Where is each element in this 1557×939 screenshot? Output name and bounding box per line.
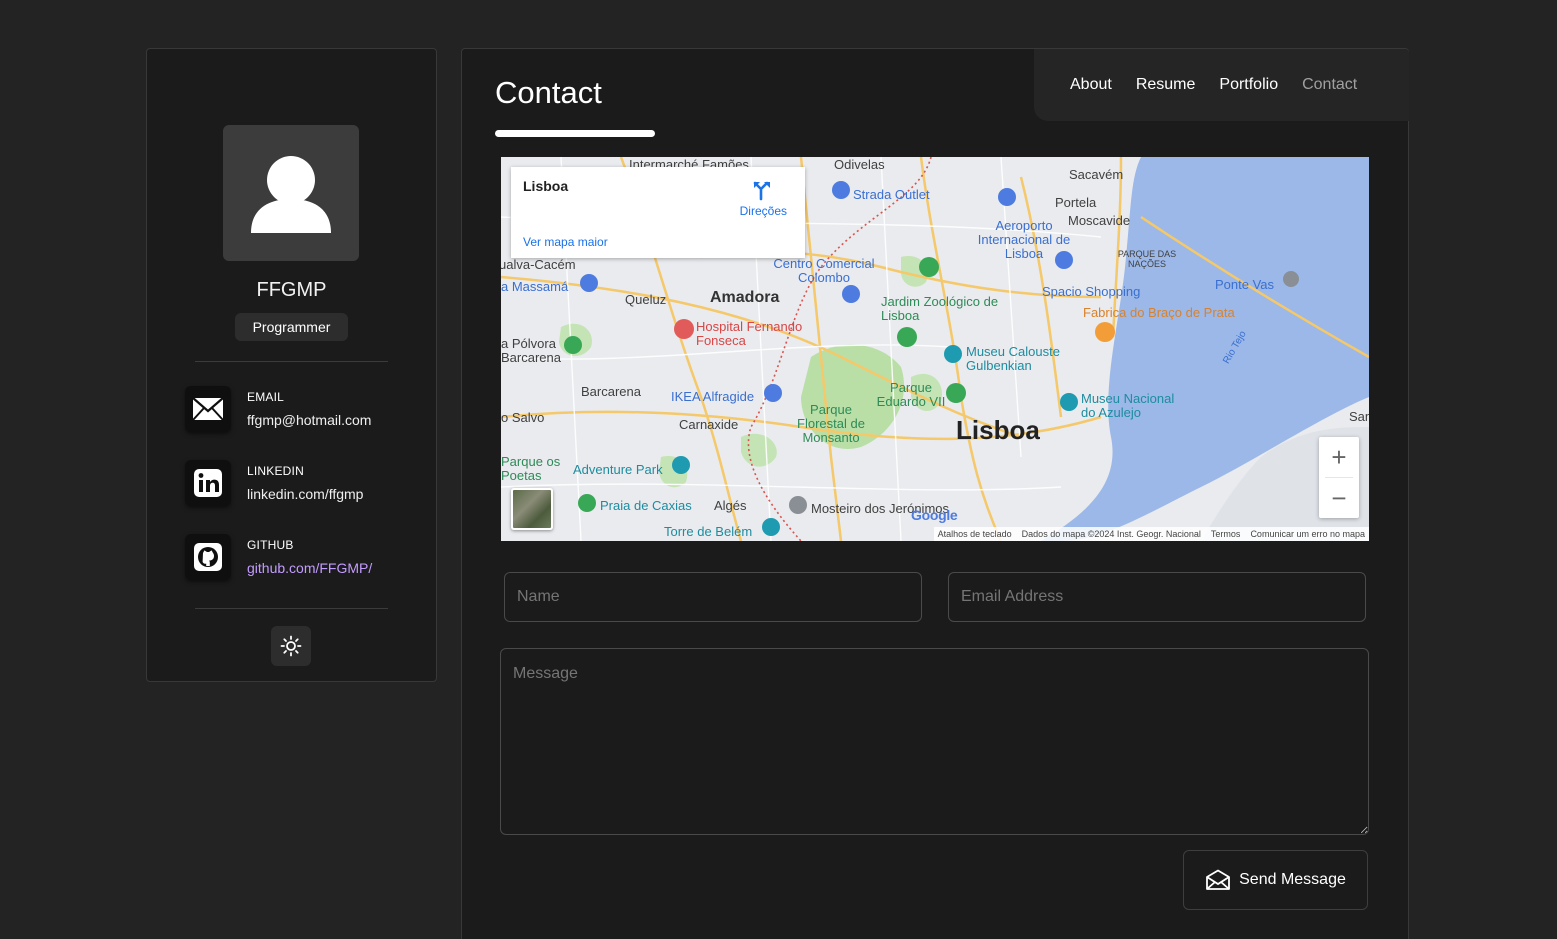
map-label: Odivelas bbox=[834, 157, 885, 172]
directions-link[interactable]: Direções bbox=[740, 204, 787, 218]
title-underline bbox=[495, 130, 655, 137]
map-label: Barcarena bbox=[581, 384, 641, 399]
divider bbox=[195, 361, 388, 362]
top-nav: About Resume Portfolio Contact bbox=[1034, 49, 1409, 121]
map-label: Queluz bbox=[625, 292, 667, 307]
map-label: Jardim Zoológico de Lisboa bbox=[881, 294, 999, 323]
contact-email: EMAIL ffgmp@hotmail.com bbox=[185, 386, 425, 434]
contact-label: EMAIL bbox=[247, 390, 285, 404]
divider bbox=[195, 608, 388, 609]
satellite-toggle[interactable] bbox=[511, 488, 553, 530]
map-label: Parque Florestal de Monsanto bbox=[797, 402, 865, 445]
nav-portfolio[interactable]: Portfolio bbox=[1219, 76, 1278, 94]
map-place-title: Lisboa bbox=[523, 178, 569, 194]
profile-name: FFGMP bbox=[256, 279, 327, 301]
message-textarea[interactable] bbox=[500, 648, 1369, 835]
sun-icon bbox=[280, 635, 302, 657]
map-label: a Pólvora Barcarena bbox=[501, 336, 561, 365]
map-data-text: Dados do mapa ©2024 Inst. Geogr. Naciona… bbox=[1021, 529, 1201, 539]
user-icon bbox=[251, 156, 331, 233]
github-icon bbox=[185, 534, 231, 580]
email-link[interactable]: ffgmp@hotmail.com bbox=[247, 412, 371, 428]
map-label: Amadora bbox=[710, 289, 780, 306]
map-label: Centro Comercial Colombo bbox=[773, 256, 875, 285]
map-label: Museu Nacional do Azulejo bbox=[1081, 391, 1175, 420]
map-label: Carnaxide bbox=[679, 417, 739, 432]
google-logo: Google bbox=[911, 507, 958, 523]
map-label: ualva-Cacém bbox=[501, 257, 576, 272]
nav-contact[interactable]: Contact bbox=[1302, 76, 1357, 94]
nav-about[interactable]: About bbox=[1070, 76, 1112, 94]
map-label: Hospital Fernando Fonseca bbox=[696, 319, 803, 348]
contact-linkedin: LINKEDIN linkedin.com/ffgmp bbox=[185, 460, 425, 508]
map-label: Museu Calouste Gulbenkian bbox=[966, 344, 1060, 373]
map-label: Praia de Caxias bbox=[600, 498, 692, 513]
view-larger-map-link[interactable]: Ver mapa maior bbox=[523, 235, 608, 249]
envelope-icon bbox=[1206, 869, 1231, 890]
map-attribution: Atalhos de teclado Dados do mapa ©2024 I… bbox=[933, 527, 1369, 541]
map-label: Algés bbox=[714, 498, 747, 513]
keyboard-shortcuts-link[interactable]: Atalhos de teclado bbox=[938, 529, 1012, 539]
contact-panel: Contact About Resume Portfolio Contact I… bbox=[461, 48, 1409, 939]
terms-link[interactable]: Termos bbox=[1211, 529, 1241, 539]
map-label: IKEA Alfragide bbox=[671, 389, 755, 404]
map-label: Sam bbox=[1349, 409, 1369, 424]
map-label: Ponte Vas bbox=[1215, 277, 1275, 292]
linkedin-link[interactable]: linkedin.com/ffgmp bbox=[247, 486, 363, 502]
map-label: Portela bbox=[1055, 195, 1097, 210]
map-label: Adventure Park bbox=[573, 462, 663, 477]
zoom-out-button[interactable]: − bbox=[1319, 478, 1359, 518]
map-label: Strada Outlet bbox=[853, 187, 930, 202]
contact-github: GITHUB github.com/FFGMP/ bbox=[185, 534, 425, 582]
map-label: o Salvo bbox=[501, 410, 545, 425]
embedded-map[interactable]: Intermarché Famões Odivelas Sacavém Port… bbox=[501, 157, 1369, 541]
nav-resume[interactable]: Resume bbox=[1136, 76, 1196, 94]
mail-icon bbox=[185, 386, 231, 432]
profile-role-badge: Programmer bbox=[235, 313, 348, 341]
send-message-label: Send Message bbox=[1239, 871, 1346, 888]
map-zoom-control: + − bbox=[1319, 437, 1359, 518]
map-label: a Massamá bbox=[501, 279, 569, 294]
contact-label: LINKEDIN bbox=[247, 464, 304, 478]
linkedin-icon bbox=[185, 460, 231, 506]
avatar bbox=[223, 125, 359, 261]
name-input[interactable] bbox=[504, 572, 922, 622]
map-label: Spacio Shopping bbox=[1042, 284, 1141, 299]
map-label: Parque os Poetas bbox=[501, 454, 561, 483]
map-label: Parque Eduardo VII bbox=[876, 380, 946, 409]
map-label: Aeroporto Internacional de Lisboa bbox=[977, 218, 1071, 261]
zoom-in-button[interactable]: + bbox=[1319, 437, 1359, 477]
directions-icon[interactable] bbox=[751, 179, 773, 201]
send-message-button[interactable]: Send Message bbox=[1183, 850, 1368, 910]
map-label: Lisboa bbox=[956, 415, 1040, 445]
map-info-card: Lisboa Direções Ver mapa maior bbox=[511, 167, 805, 258]
report-error-link[interactable]: Comunicar um erro no mapa bbox=[1250, 529, 1365, 539]
theme-toggle-button[interactable] bbox=[271, 626, 311, 666]
email-input[interactable] bbox=[948, 572, 1366, 622]
github-link[interactable]: github.com/FFGMP/ bbox=[247, 560, 372, 576]
map-label: Fabrica do Braço de Prata bbox=[1083, 305, 1235, 320]
page-title: Contact bbox=[495, 75, 602, 110]
map-label: PARQUE DAS NAÇÕES bbox=[1117, 249, 1177, 269]
map-label: Torre de Belém bbox=[664, 524, 753, 539]
map-label: Sacavém bbox=[1069, 167, 1124, 182]
profile-sidebar: FFGMP Programmer EMAIL ffgmp@hotmail.com… bbox=[146, 48, 437, 682]
contact-label: GITHUB bbox=[247, 538, 294, 552]
